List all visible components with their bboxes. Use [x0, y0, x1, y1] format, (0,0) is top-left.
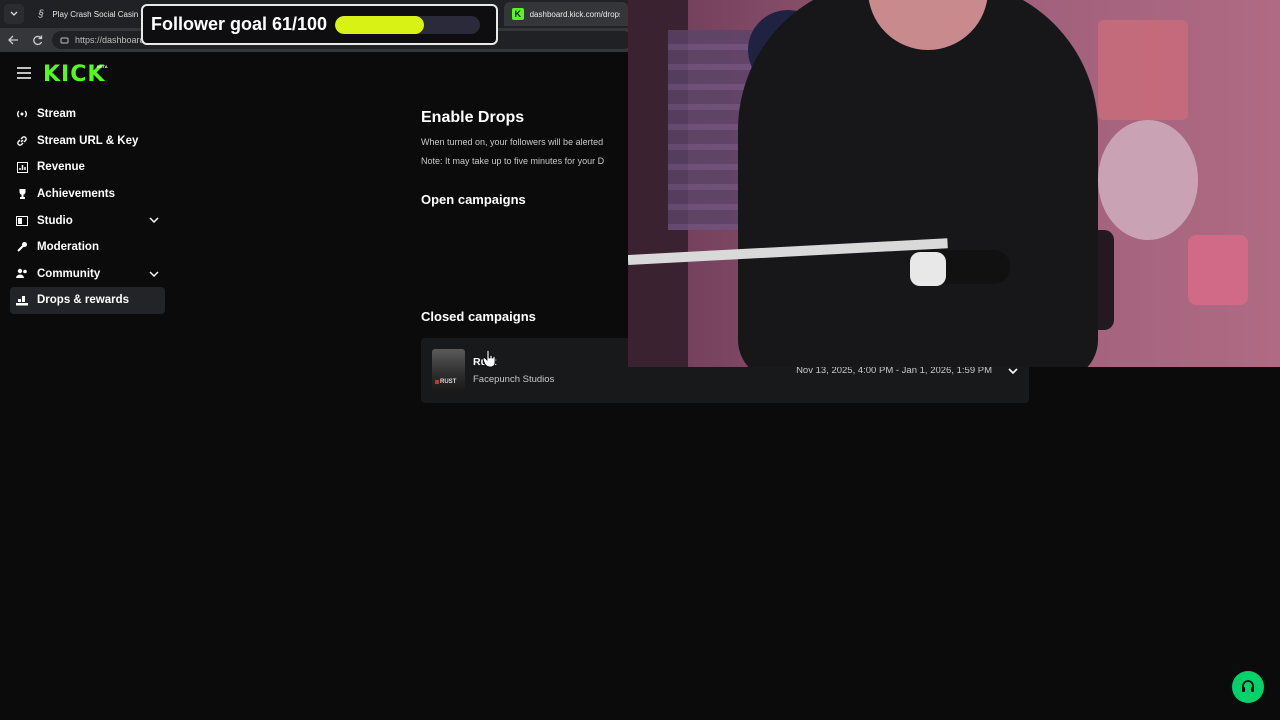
wrench-icon — [16, 241, 28, 253]
url-text: https://dashboard — [75, 35, 145, 45]
streamer — [738, 0, 1098, 367]
follower-goal-progress-fill — [335, 15, 424, 34]
hamburger-menu-icon[interactable] — [17, 67, 31, 79]
tab-title: dashboard.kick.com/drops — [529, 9, 620, 19]
drops-note: Note: It may take up to five minutes for… — [421, 156, 605, 166]
chevron-down-icon[interactable] — [149, 215, 159, 225]
sidebar-item-label: Stream URL & Key — [37, 134, 139, 147]
chevron-down-icon — [10, 11, 18, 16]
drops-icon — [16, 294, 28, 306]
headset-icon — [1242, 680, 1254, 692]
kick-favicon-icon: K — [512, 8, 524, 20]
people-icon — [16, 268, 28, 280]
tab-title: Play Crash Social Casino G — [52, 9, 138, 19]
chevron-down-icon[interactable] — [1007, 366, 1019, 376]
sidebar-item-drops-rewards[interactable]: Drops & rewards — [10, 287, 165, 314]
trophy-icon — [16, 188, 28, 200]
reload-button[interactable] — [29, 32, 45, 48]
sidebar-item-revenue[interactable]: Revenue — [10, 154, 165, 181]
sidebar-item-stream[interactable]: Stream — [10, 101, 165, 128]
open-campaigns-heading: Open campaigns — [421, 192, 526, 207]
sidebar-item-label: Achievements — [37, 188, 115, 201]
webcam-wall-sign — [1098, 20, 1188, 120]
casino-favicon-icon: § — [38, 8, 44, 20]
sidebar-item-studio[interactable]: Studio — [10, 207, 165, 234]
tab-search-button[interactable] — [4, 4, 24, 24]
sidebar-item-label: Drops & rewards — [37, 294, 130, 307]
sidebar-item-label: Community — [37, 267, 101, 280]
follower-goal-label: Follower goal 61/100 — [151, 14, 328, 34]
sidebar-item-stream-url-key[interactable]: Stream URL & Key — [10, 128, 165, 155]
sidebar-item-label: Revenue — [37, 161, 85, 174]
webcam-wall-portrait — [1098, 120, 1198, 240]
microphone-cap — [910, 252, 946, 286]
sidebar-item-label: Stream — [37, 108, 76, 121]
sidebar-item-moderation[interactable]: Moderation — [10, 234, 165, 261]
chart-icon — [16, 161, 28, 173]
back-button[interactable] — [5, 32, 21, 48]
link-icon — [16, 135, 28, 147]
reload-icon — [32, 35, 42, 45]
browser-tab-active[interactable]: K dashboard.kick.com/drops — [504, 2, 628, 26]
sidebar-item-label: Moderation — [37, 241, 99, 254]
chevron-down-icon[interactable] — [149, 269, 159, 279]
page-title: Enable Drops — [421, 109, 525, 126]
beta-badge: BETA — [97, 64, 108, 69]
webcam-overlay — [628, 0, 1280, 367]
sidebar-item-label: Studio — [37, 214, 73, 227]
studio-icon — [16, 215, 28, 227]
sidebar-item-community[interactable]: Community — [10, 261, 165, 288]
site-info-icon — [60, 37, 69, 43]
campaign-studio: Facepunch Studios — [473, 374, 555, 385]
drops-description: When turned on, your followers will be a… — [421, 137, 604, 147]
broadcast-icon — [16, 108, 28, 120]
sidebar-item-achievements[interactable]: Achievements — [10, 181, 165, 208]
support-button[interactable] — [1232, 671, 1264, 703]
thumbnail-text: RUST — [440, 379, 457, 385]
hand-cursor-icon — [483, 350, 496, 368]
campaign-thumbnail: RUST — [432, 349, 465, 390]
rust-logo-mark-icon — [435, 380, 439, 384]
closed-campaigns-heading: Closed campaigns — [421, 309, 536, 324]
arrow-left-icon — [7, 35, 18, 45]
follower-goal-progress-bar — [335, 15, 481, 34]
browser-tab[interactable]: § Play Crash Social Casino G — [28, 2, 146, 26]
webcam-wall-sign — [1188, 235, 1248, 305]
dashboard-sidebar: Stream Stream URL & Key Revenue Achievem… — [10, 101, 165, 314]
follower-goal-overlay: Follower goal 61/100 — [141, 4, 498, 45]
